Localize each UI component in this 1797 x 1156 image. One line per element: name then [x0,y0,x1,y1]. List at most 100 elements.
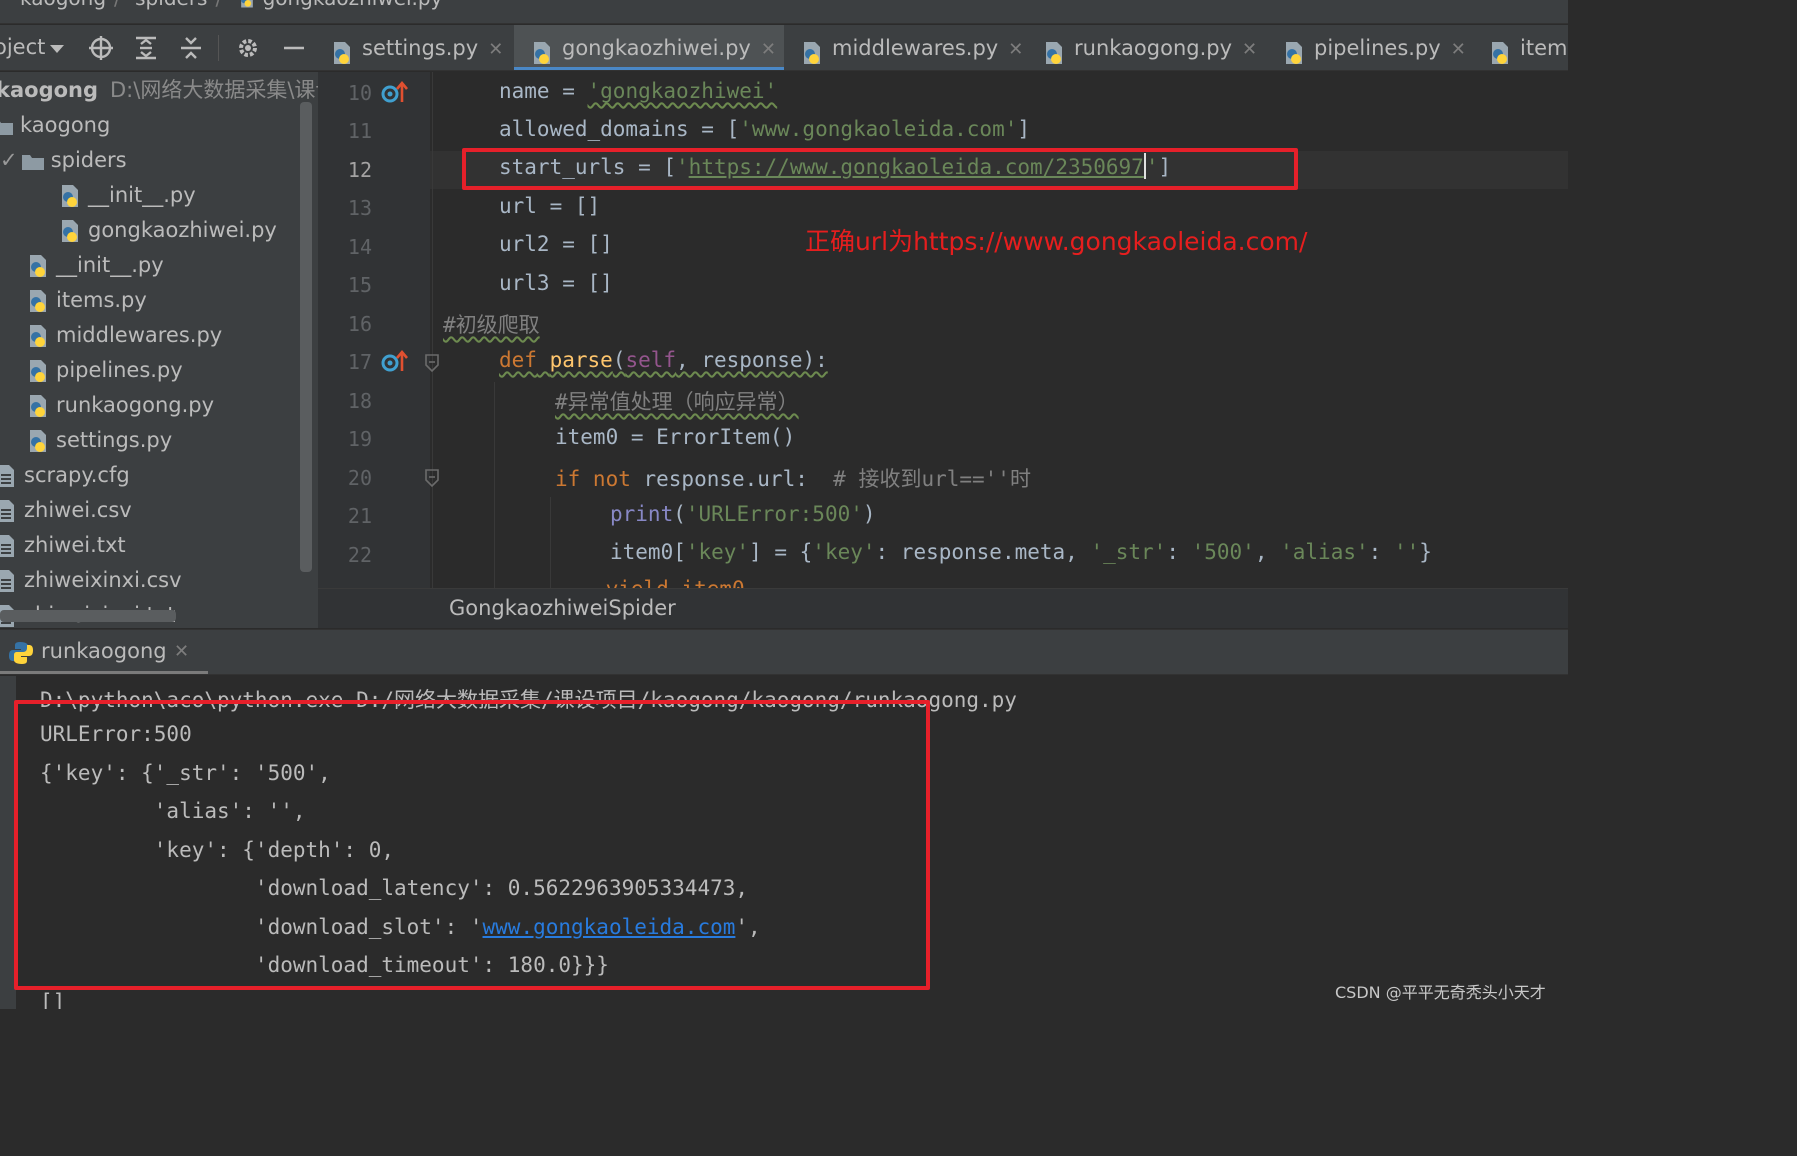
project-view-selector[interactable]: oject [0,35,45,59]
code-token: '' [1393,540,1420,564]
tree-item-file[interactable]: __init__.py [58,178,196,213]
code-token: 'key' [685,540,750,564]
locate-icon[interactable] [88,35,114,61]
tree-root[interactable]: kaogong D:\网络大数据采集\课设 [0,73,318,108]
tree-item-file[interactable]: zhiwei.txt [0,528,126,563]
run-tab-bar: runkaogong ✕ [0,629,1568,675]
expand-all-icon[interactable] [133,35,159,61]
code-token: 'key' [812,540,876,564]
tree-item-file[interactable]: zhiwei.csv [0,493,132,528]
tree-item-file[interactable]: middlewares.py [26,318,222,353]
breadcrumb-item[interactable]: spiders [135,0,207,10]
tab-settings[interactable]: settings.py ✕ [330,25,515,70]
tree-item-file[interactable]: settings.py [26,423,172,458]
tree-item-label: middlewares.py [56,323,223,347]
code-token: 'gongkaozhiwei' [587,79,778,103]
code-token: ] [1017,117,1031,141]
tree-item-label: pipelines.py [56,358,183,382]
code-line: url = [] [499,194,601,218]
close-icon[interactable]: ✕ [1242,39,1257,60]
close-icon[interactable]: ✕ [761,39,776,60]
tab-run-runkaogong[interactable]: runkaogong ✕ [0,630,208,674]
code-token: allowed_domains = [ [499,117,740,141]
tab-label: settings.py [362,36,479,60]
chevron-down-icon[interactable]: ✓ [0,143,18,178]
console-line: [] [40,990,66,1009]
code-token: , [1254,540,1281,564]
editor-breadcrumb-class[interactable]: GongkaozhiweiSpider [449,596,676,620]
tree-item-label: kaogong [20,113,111,137]
code-token: , response): [676,348,828,372]
code-token: self [625,348,677,372]
close-icon[interactable]: ✕ [1008,39,1023,60]
tree-item-path: D:\网络大数据采集\课设 [110,78,318,102]
tab-items[interactable]: items [1488,25,1568,70]
python-file-icon [530,36,554,64]
tab-middlewares[interactable]: middlewares.py ✕ [800,25,1023,70]
fold-marker-icon[interactable] [424,353,440,377]
close-icon[interactable]: ✕ [488,39,503,60]
tree-item-label: zhiwei.csv [24,498,132,522]
code-token: '500' [1191,540,1255,564]
override-marker-icon[interactable] [380,80,408,110]
collapse-all-icon[interactable] [178,35,204,61]
close-icon[interactable]: ✕ [1451,39,1466,60]
code-keyword: if not [555,467,631,491]
python-file-icon [26,358,50,384]
python-icon [8,640,34,670]
tab-gongkaozhiwei[interactable]: gongkaozhiwei.py ✕ [514,25,784,70]
python-file-icon [1282,36,1306,64]
python-file-icon [26,393,50,419]
gear-icon[interactable] [235,35,261,61]
python-file-icon [237,0,257,10]
code-function: parse [549,348,613,372]
tree-item-label: zhiwei.txt [24,533,126,557]
code-editor[interactable]: 10 11 12 13 14 15 16 17 18 19 20 21 22 n… [318,72,1568,588]
code-line: item0 = ErrorItem() [555,425,796,449]
close-icon[interactable]: ✕ [174,641,189,662]
tree-item-label: __init__.py [88,183,196,207]
breadcrumb-item[interactable]: gongkaozhiwei.py [263,0,443,10]
tree-item-file[interactable]: pipelines.py [26,353,183,388]
tree-item-file[interactable]: zhiweixinxi.csv [0,563,182,598]
tab-label: items [1520,36,1568,60]
line-number: 14 [347,235,372,259]
tab-label: pipelines.py [1314,36,1441,60]
minimize-icon[interactable] [281,35,307,61]
tree-item-file[interactable]: items.py [26,283,147,318]
fold-marker-icon[interactable] [424,468,440,492]
tree-item-label: zhiweixinxi.csv [24,568,182,592]
line-number: 16 [347,312,372,336]
highlight-box [14,700,930,990]
python-file-icon [58,218,82,244]
python-file-icon [26,253,50,279]
project-toolbar: oject [0,25,318,71]
code-line: #异常值处理（响应异常） [555,386,799,416]
tree-item-label: runkaogong.py [56,393,215,417]
text-file-icon [0,533,18,559]
tree-item-file[interactable]: gongkaozhiwei.py [58,213,277,248]
python-file-icon [58,183,82,209]
tree-item-label: gongkaozhiwei.py [88,218,277,242]
tree-item-file[interactable]: runkaogong.py [26,388,214,423]
breadcrumb-item[interactable]: kaogong [20,0,106,10]
override-marker-icon[interactable] [380,349,408,379]
tree-item-file[interactable]: __init__.py [26,248,164,283]
tab-runkaogong[interactable]: runkaogong.py ✕ [1042,25,1257,70]
vertical-scrollbar[interactable] [300,102,312,572]
run-console[interactable]: D:\python\aco\python.exe D:/网络大数据采集/课设项目… [0,676,1568,1009]
text-file-icon [0,498,18,524]
highlight-box [462,148,1298,190]
code-comment: #异常值处理（响应异常） [555,390,799,414]
tree-item-folder[interactable]: kaogong [0,108,110,143]
tree-item-folder[interactable]: ✓ spiders [0,143,127,178]
chevron-down-icon[interactable] [50,45,64,53]
text-file-icon [0,568,18,594]
code-comment: #初级爬取 [443,313,540,337]
line-number: 13 [347,196,372,220]
horizontal-scrollbar[interactable] [0,610,176,622]
tree-item-file[interactable]: scrapy.cfg [0,458,130,493]
python-file-icon [800,36,824,64]
tab-pipelines[interactable]: pipelines.py ✕ [1282,25,1466,70]
line-number: 22 [347,543,372,567]
